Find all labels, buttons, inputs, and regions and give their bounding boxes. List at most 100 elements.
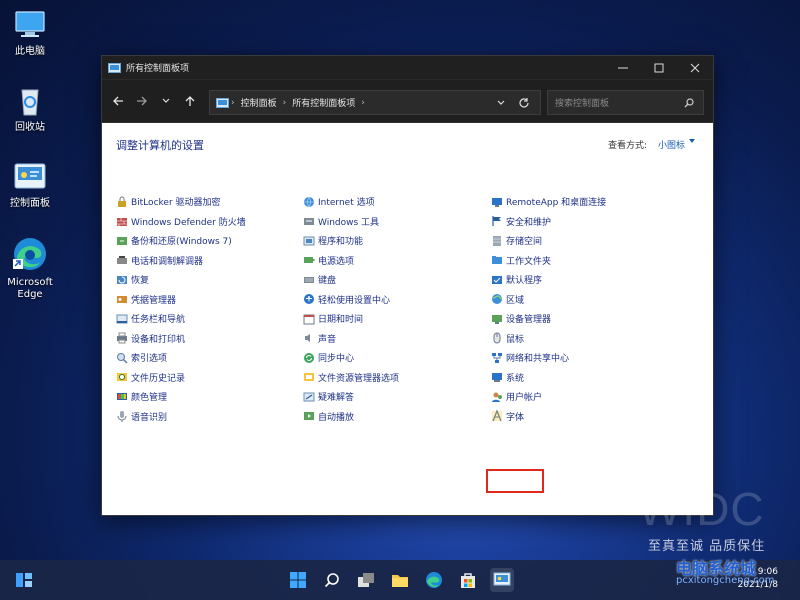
breadcrumb-control-panel[interactable]: 控制面板	[241, 96, 277, 109]
view-by-label: 查看方式:	[607, 141, 647, 151]
address-path[interactable]: › 控制面板 › 所有控制面板项 ›	[209, 90, 541, 115]
desktop-icon-this-pc[interactable]: 此电脑	[4, 8, 56, 58]
chevron-down-icon[interactable]	[496, 98, 506, 108]
control-panel-item[interactable]: 文件历史记录	[116, 368, 246, 388]
search-input[interactable]: 搜索控制面板	[547, 90, 704, 115]
control-panel-item[interactable]: 日期和时间	[303, 309, 399, 329]
recent-locations-button[interactable]	[154, 89, 178, 113]
desktop-icon-recycle-bin[interactable]: 回收站	[4, 84, 56, 134]
control-panel-item[interactable]: 设备和打印机	[116, 329, 246, 349]
desktop-icon-label: 此电脑	[15, 46, 45, 57]
view-by-dropdown-icon[interactable]	[689, 139, 695, 143]
minimize-button[interactable]	[605, 56, 641, 79]
control-panel-item[interactable]: 索引选项	[116, 348, 246, 368]
control-panel-icon	[216, 97, 229, 108]
control-panel-item-label: 电话和调制解调器	[131, 256, 204, 267]
back-button[interactable]	[106, 89, 130, 113]
control-panel-taskbar-button[interactable]	[490, 568, 514, 592]
control-panel-item-label: BitLocker 驱动器加密	[131, 198, 221, 209]
control-panel-item[interactable]: 用户帐户	[491, 387, 606, 407]
edge-taskbar-button[interactable]	[422, 568, 446, 592]
task-view-button[interactable]	[354, 568, 378, 592]
control-panel-item[interactable]: BitLocker 驱动器加密	[116, 192, 246, 212]
control-panel-item[interactable]: 电话和调制解调器	[116, 251, 246, 271]
control-panel-item[interactable]: 字体	[491, 407, 606, 427]
font-icon	[491, 409, 503, 422]
control-panel-item[interactable]: 程序和功能	[303, 231, 399, 251]
bitlocker-icon	[116, 196, 128, 208]
close-button[interactable]	[677, 56, 713, 79]
control-panel-item-label: 声音	[318, 334, 337, 345]
refresh-icon[interactable]	[518, 97, 530, 109]
watermark-url: pcxitongcheng.com	[676, 575, 775, 586]
control-panel-item-label: 设备和打印机	[131, 334, 186, 345]
control-panel-item[interactable]: 凭据管理器	[116, 290, 246, 310]
control-panel-item[interactable]: 同步中心	[303, 348, 399, 368]
control-panel-item[interactable]: 键盘	[303, 270, 399, 290]
watermark-slogan: 至真至诚 品质保住	[648, 539, 766, 554]
control-panel-item[interactable]: 备份和还原(Windows 7)	[116, 231, 246, 251]
start-button[interactable]	[286, 568, 310, 592]
store-button[interactable]	[456, 568, 480, 592]
control-panel-item-label: Internet 选项	[318, 198, 375, 209]
programs-icon	[303, 235, 315, 247]
control-panel-icon	[13, 160, 47, 194]
file-explorer-button[interactable]	[388, 568, 412, 592]
control-panel-item[interactable]: 系统	[491, 368, 606, 388]
control-panel-item[interactable]: 声音	[303, 329, 399, 349]
power-icon	[303, 254, 315, 266]
control-panel-item[interactable]: 颜色管理	[116, 387, 246, 407]
control-panel-item[interactable]: 默认程序	[491, 270, 606, 290]
forward-button[interactable]	[130, 89, 154, 113]
control-panel-item-label: 自动播放	[318, 412, 355, 423]
control-panel-item[interactable]: 语音识别	[116, 407, 246, 427]
desktop-icon-label: 回收站	[15, 122, 45, 133]
search-button[interactable]	[320, 568, 344, 592]
control-panel-item[interactable]: 任务栏和导航	[116, 309, 246, 329]
control-panel-item[interactable]: 电源选项	[303, 251, 399, 271]
control-panel-item[interactable]: 自动播放	[303, 407, 399, 427]
control-panel-item[interactable]: 设备管理器	[491, 309, 606, 329]
control-panel-item[interactable]: 网络和共享中心	[491, 348, 606, 368]
file-history-icon	[116, 371, 128, 383]
control-panel-item[interactable]: 鼠标	[491, 329, 606, 349]
control-panel-item[interactable]: 恢复	[116, 270, 246, 290]
search-icon[interactable]	[684, 98, 694, 108]
control-panel-item[interactable]: 存储空间	[491, 231, 606, 251]
control-panel-item[interactable]: 疑难解答	[303, 387, 399, 407]
edge-icon	[11, 235, 49, 273]
widgets-button[interactable]	[12, 568, 36, 592]
control-panel-item[interactable]: 区域	[491, 290, 606, 310]
mouse-icon	[491, 332, 503, 344]
control-panel-item-label: 用户帐户	[506, 393, 543, 404]
title-bar[interactable]: 所有控制面板项	[102, 56, 713, 79]
close-icon	[690, 63, 700, 72]
desktop-icon-edge[interactable]: Microsoft Edge	[4, 235, 56, 301]
up-button[interactable]	[178, 89, 202, 113]
view-by-dropdown[interactable]: 小图标	[658, 138, 685, 151]
control-panel-item[interactable]: RemoteApp 和桌面连接	[491, 192, 606, 212]
store-icon	[461, 573, 475, 588]
control-panel-item-label: 同步中心	[318, 354, 355, 365]
control-panel-item[interactable]: Internet 选项	[303, 192, 399, 212]
address-bar: › 控制面板 › 所有控制面板项 › 搜索控制面板	[102, 79, 713, 123]
highlight-box-fonts	[486, 469, 544, 493]
control-panel-item[interactable]: Windows Defender 防火墙	[116, 212, 246, 232]
desktop-icon-control-panel[interactable]: 控制面板	[4, 160, 56, 210]
control-panel-item-label: 字体	[506, 412, 525, 423]
desktop-icon-label: Microsoft Edge	[7, 277, 53, 300]
maximize-button[interactable]	[641, 56, 677, 79]
breadcrumb-all-items[interactable]: 所有控制面板项	[292, 96, 355, 109]
explorer-options-icon	[303, 371, 315, 383]
control-panel-item[interactable]: 安全和维护	[491, 212, 606, 232]
keyboard-icon	[303, 274, 315, 286]
region-icon	[491, 293, 503, 305]
control-panel-item-label: 程序和功能	[318, 237, 364, 248]
control-panel-item[interactable]: Windows 工具	[303, 212, 399, 232]
arrow-right-icon	[137, 96, 147, 106]
control-panel-item[interactable]: 文件资源管理器选项	[303, 368, 399, 388]
control-panel-item[interactable]: 轻松使用设置中心	[303, 290, 399, 310]
control-panel-item[interactable]: 工作文件夹	[491, 251, 606, 271]
control-panel-icon	[108, 62, 121, 73]
control-panel-item-label: 系统	[506, 373, 525, 384]
